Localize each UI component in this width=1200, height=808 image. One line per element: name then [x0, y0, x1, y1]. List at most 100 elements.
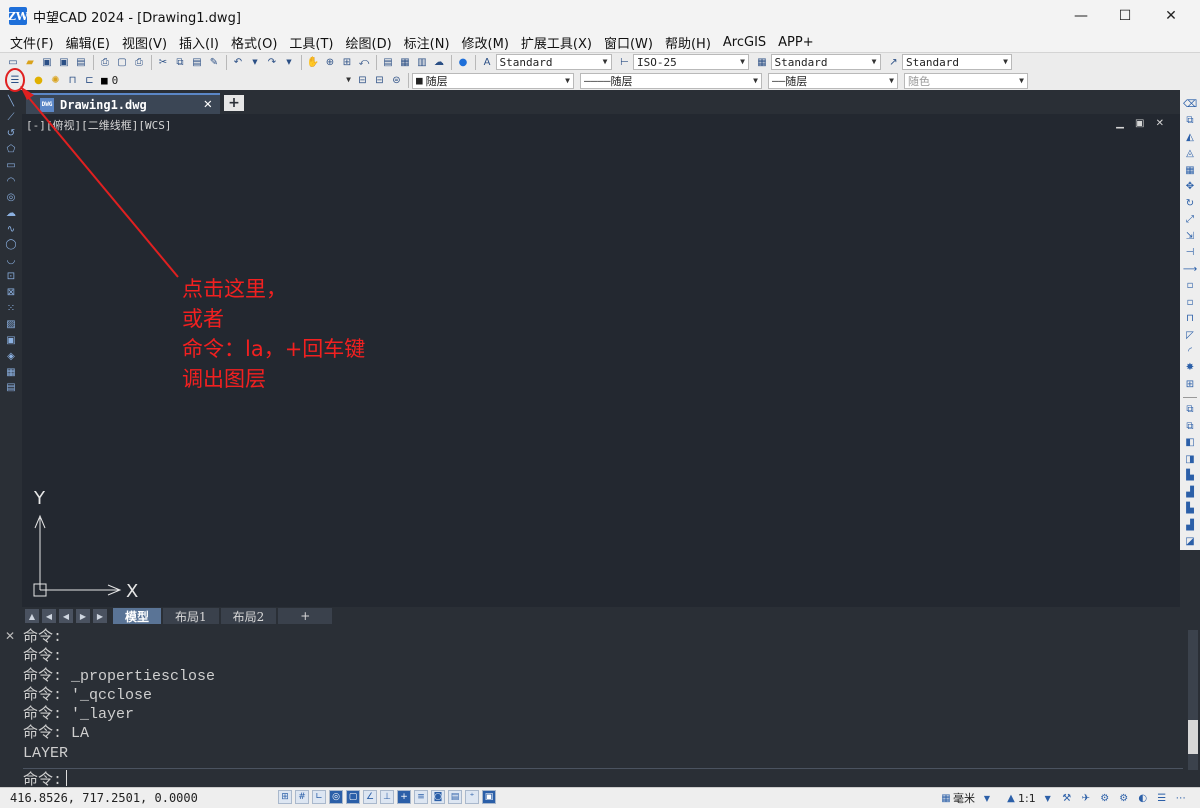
- trim-icon[interactable]: ⊣: [1183, 246, 1197, 260]
- chevron-down-icon[interactable]: ▼: [1041, 791, 1055, 805]
- workspace-settings-icon[interactable]: ⚙: [1098, 791, 1112, 805]
- ellipse-arc-icon[interactable]: ◡: [4, 254, 18, 267]
- array-icon[interactable]: ▦: [1183, 163, 1197, 177]
- next-layout-icon[interactable]: ▶: [76, 609, 90, 623]
- cut-icon[interactable]: ✂: [156, 55, 170, 69]
- publish-icon[interactable]: ⎙: [132, 55, 146, 69]
- object-snap-icon[interactable]: ▢: [346, 790, 360, 804]
- draw-order-back-icon[interactable]: ⧉: [1183, 419, 1197, 433]
- tab-model[interactable]: 模型: [113, 608, 162, 624]
- command-input[interactable]: 命令:: [23, 768, 1183, 789]
- zoom-window-icon[interactable]: ⊞: [340, 55, 354, 69]
- polyline-icon[interactable]: ↺: [4, 127, 18, 140]
- tool-palette-icon[interactable]: ▥: [415, 55, 429, 69]
- line-icon[interactable]: ╲: [4, 95, 18, 108]
- hardware-acceleration-icon[interactable]: ◐: [1136, 791, 1150, 805]
- object-snap-tracking-icon[interactable]: ∠: [363, 790, 377, 804]
- menu-insert[interactable]: 插入(I): [173, 33, 225, 52]
- fillet-icon[interactable]: ◜: [1183, 345, 1197, 359]
- menu-edit[interactable]: 编辑(E): [60, 33, 116, 52]
- insert-block-icon[interactable]: ⊡: [4, 270, 18, 283]
- maximize-button[interactable]: ☐: [1102, 0, 1148, 32]
- extend-icon[interactable]: ⟶: [1183, 262, 1197, 276]
- annotation-scale-value[interactable]: 1:1: [1018, 792, 1036, 805]
- hatch-icon[interactable]: ▨: [4, 318, 18, 331]
- circle-icon[interactable]: ◎: [4, 191, 18, 204]
- break-icon[interactable]: ▫: [1183, 295, 1197, 309]
- polar-tracking-icon[interactable]: ◎: [329, 790, 343, 804]
- menu-extension-tools[interactable]: 扩展工具(X): [515, 33, 598, 52]
- close-command-line-icon[interactable]: ✕: [5, 629, 15, 643]
- dim-style-select[interactable]: ISO-25 ▼: [633, 54, 749, 70]
- draw-order-front-icon[interactable]: ⧉: [1183, 403, 1197, 417]
- properties-icon[interactable]: ▤: [381, 55, 395, 69]
- document-tab[interactable]: DWG Drawing1.dwg ✕: [26, 93, 220, 114]
- menu-dimension[interactable]: 标注(N): [398, 33, 456, 52]
- point-icon[interactable]: ⁙: [4, 302, 18, 315]
- selection-cycling-icon[interactable]: ⁺: [465, 790, 479, 804]
- rotate-icon[interactable]: ↻: [1183, 196, 1197, 210]
- hatch-to-back-icon[interactable]: ▟: [1183, 518, 1197, 532]
- ellipse-icon[interactable]: ◯: [4, 238, 18, 251]
- table-icon[interactable]: ▦: [4, 365, 18, 378]
- layer-lock-icon[interactable]: ⊓: [66, 74, 80, 88]
- save-all-icon[interactable]: ▤: [74, 55, 88, 69]
- transparency-icon[interactable]: ◙: [431, 790, 445, 804]
- command-scrollbar-thumb[interactable]: [1188, 720, 1198, 754]
- scale-icon[interactable]: ⤢: [1183, 213, 1197, 227]
- annotation-visibility-icon[interactable]: ⚒: [1060, 791, 1074, 805]
- color-select[interactable]: ■ 随层 ▼: [412, 72, 574, 89]
- back-layout-icon[interactable]: ◀: [59, 609, 73, 623]
- quick-properties-icon[interactable]: ▤: [448, 790, 462, 804]
- cloud-icon[interactable]: ☁: [432, 55, 446, 69]
- make-block-icon[interactable]: ⊠: [4, 286, 18, 299]
- move-icon[interactable]: ✥: [1183, 180, 1197, 194]
- chamfer-icon[interactable]: ◸: [1183, 328, 1197, 342]
- dynamic-input-icon[interactable]: +: [397, 790, 411, 804]
- revision-cloud-icon[interactable]: ☁: [4, 206, 18, 219]
- units-value[interactable]: 毫米: [953, 790, 975, 806]
- menu-view[interactable]: 视图(V): [116, 33, 173, 52]
- layer-select[interactable]: ■ 0 ▼: [98, 73, 354, 89]
- menu-app-plus[interactable]: APP+: [772, 35, 819, 50]
- layer-plot-icon[interactable]: ⊏: [83, 74, 97, 88]
- close-window-button[interactable]: ✕: [1148, 0, 1194, 32]
- snap-mode-icon[interactable]: ⊞: [278, 790, 292, 804]
- pan-icon[interactable]: ✋: [306, 55, 320, 69]
- bring-above-icon[interactable]: ◧: [1183, 436, 1197, 450]
- help-icon[interactable]: ●: [456, 55, 470, 69]
- layer-states-icon[interactable]: ⊜: [390, 74, 404, 88]
- design-center-icon[interactable]: ▦: [398, 55, 412, 69]
- layer-previous-icon[interactable]: ⊟: [373, 74, 387, 88]
- explode-icon[interactable]: ✸: [1183, 361, 1197, 375]
- menu-format[interactable]: 格式(O): [225, 33, 283, 52]
- print-icon[interactable]: ⎙: [98, 55, 112, 69]
- menu-help[interactable]: 帮助(H): [659, 33, 717, 52]
- erase-icon[interactable]: ⌫: [1183, 97, 1197, 111]
- zoom-realtime-icon[interactable]: ⊕: [323, 55, 337, 69]
- match-properties-icon[interactable]: ✎: [207, 55, 221, 69]
- menu-arcgis[interactable]: ArcGIS: [717, 35, 772, 50]
- spline-icon[interactable]: ∿: [4, 222, 18, 235]
- lock-toolbar-icon[interactable]: ⚙: [1117, 791, 1131, 805]
- auto-scale-icon[interactable]: ✈: [1079, 791, 1093, 805]
- new-file-icon[interactable]: ▭: [6, 55, 20, 69]
- text-style-select[interactable]: Standard ▼: [495, 54, 612, 70]
- menu-window[interactable]: 窗口(W): [598, 33, 659, 52]
- polygon-icon[interactable]: ⬠: [4, 143, 18, 156]
- annotation-monitor-icon[interactable]: ▣: [482, 790, 496, 804]
- menu-draw[interactable]: 绘图(D): [340, 33, 398, 52]
- lineweight-toggle-icon[interactable]: ≡: [414, 790, 428, 804]
- tab-layout2[interactable]: 布局2: [220, 608, 277, 624]
- layer-manager-icon[interactable]: ☰: [8, 74, 22, 88]
- text-to-front-icon[interactable]: ▙: [1183, 469, 1197, 483]
- sun-icon[interactable]: ✺: [49, 74, 63, 88]
- offset-icon[interactable]: ◬: [1183, 147, 1197, 161]
- mirror-icon[interactable]: ◭: [1183, 130, 1197, 144]
- viewport-window-controls[interactable]: ▁ ▣ ✕: [1116, 118, 1168, 129]
- copy-object-icon[interactable]: ⧉: [1183, 114, 1197, 128]
- menu-tools[interactable]: 工具(T): [283, 33, 339, 52]
- send-under-icon[interactable]: ◨: [1183, 452, 1197, 466]
- viewport-controls-label[interactable]: [-][俯视][二维线框][WCS]: [26, 117, 171, 133]
- undo-dropdown-icon[interactable]: ▼: [248, 55, 262, 69]
